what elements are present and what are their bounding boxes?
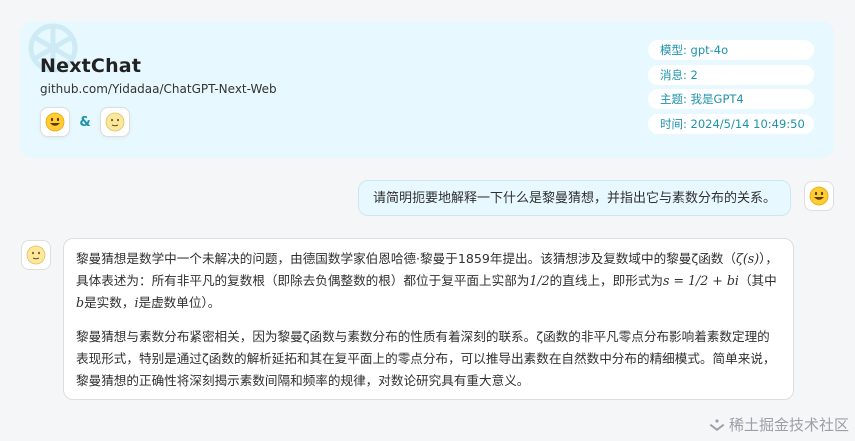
app-title: NextChat (40, 55, 142, 77)
bot-avatar (100, 107, 130, 137)
bot-paragraph-1: 黎曼猜想是数学中一个未解决的问题，由德国数学家伯恩哈德·黎曼于1859年提出。该… (76, 251, 779, 310)
math-b: b (76, 295, 85, 310)
bot-message: 黎曼猜想是数学中一个未解决的问题，由德国数学家伯恩哈德·黎曼于1859年提出。该… (63, 238, 794, 400)
bot-paragraph-2: 黎曼猜想与素数分布紧密相关，因为黎曼ζ函数与素数分布的性质有着深刻的联系。ζ函数… (76, 329, 776, 388)
share-header-card: NextChat github.com/Yidadaa/ChatGPT-Next… (20, 21, 834, 158)
avatar-separator: & (79, 114, 91, 130)
neutral-face-icon (26, 245, 46, 265)
user-message: 请简明扼要地解释一下什么是黎曼猜想，并指出它与素数分布的关系。 (357, 180, 791, 216)
meta-time: 时间: 2024/5/14 10:49:50 (648, 113, 814, 134)
math-zeta: ζ(s) (736, 251, 760, 266)
meta-model: 模型: gpt-4o (648, 40, 814, 60)
grinning-face-icon (809, 186, 829, 206)
chat-meta-list: 模型: gpt-4o 消息: 2 主题: 我是GPT4 时间: 2024/5/1… (648, 40, 814, 138)
meta-topic: 主题: 我是GPT4 (648, 89, 814, 109)
math-half: 1/2 (529, 273, 550, 288)
math-formula: s = 1/2 + bi (663, 273, 739, 288)
watermark: 稀土掘金技术社区 (709, 414, 849, 435)
repo-link: github.com/Yidadaa/ChatGPT-Next-Web (40, 82, 277, 96)
bot-message-avatar (21, 240, 51, 270)
avatar-row: & (40, 107, 130, 137)
grinning-face-icon (45, 112, 65, 132)
juejin-logo-icon (709, 418, 725, 431)
user-message-avatar (804, 181, 834, 211)
meta-messages: 消息: 2 (648, 64, 814, 85)
neutral-face-icon (105, 112, 125, 132)
user-avatar (40, 107, 70, 137)
